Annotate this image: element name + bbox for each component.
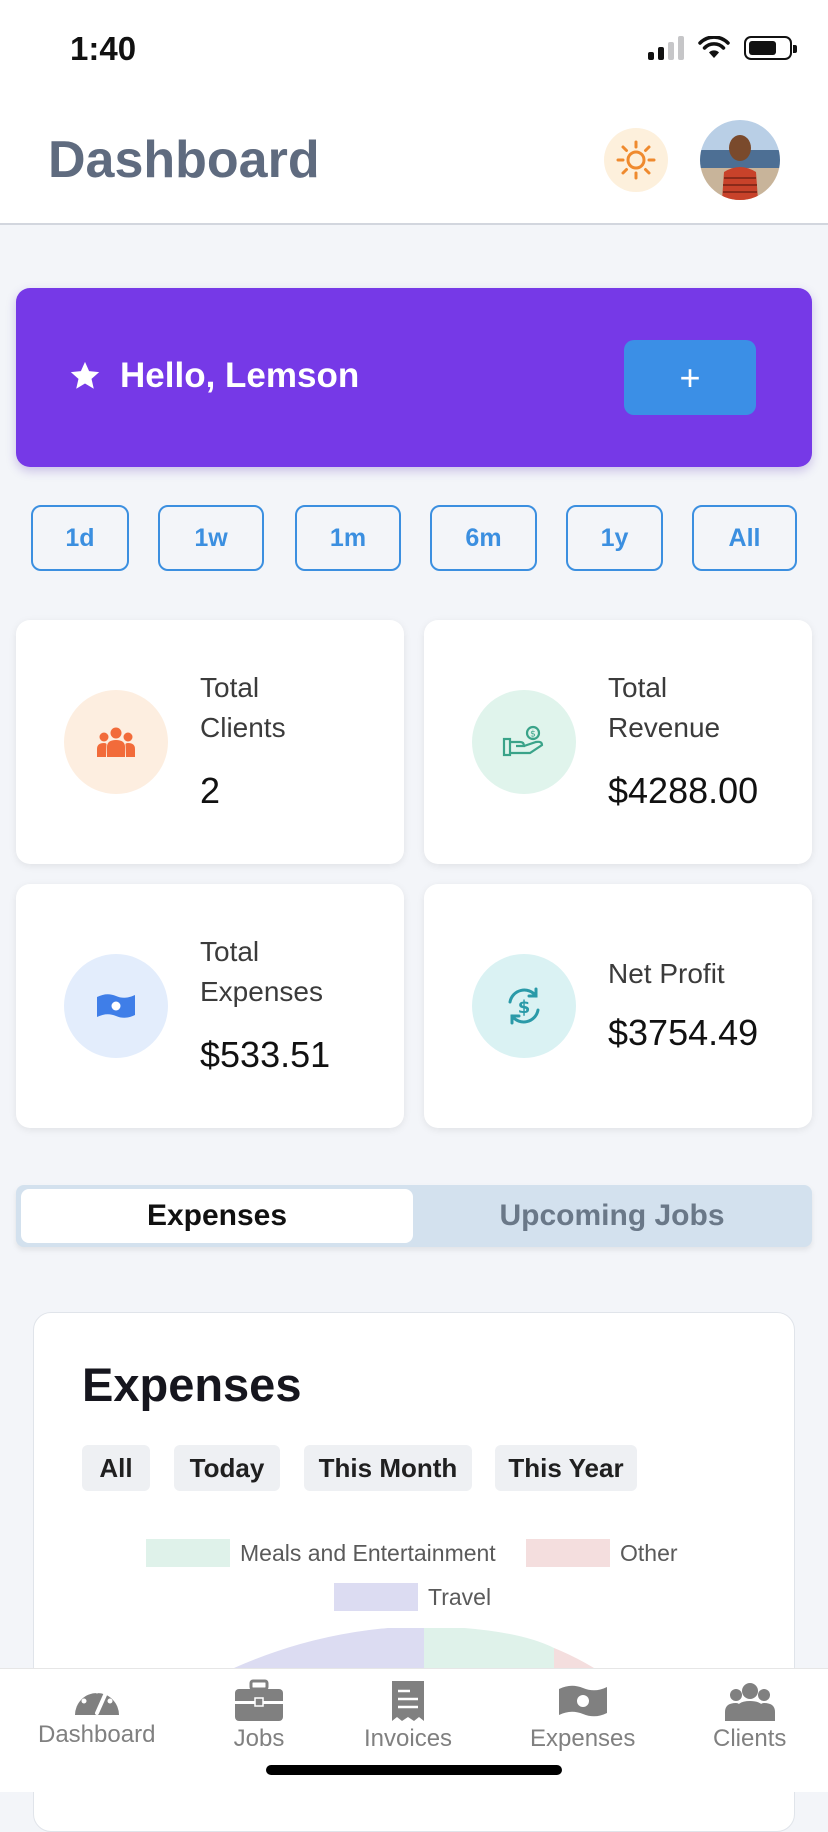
svg-text:$: $ [518, 997, 531, 1018]
app-header: Dashboard [0, 100, 828, 225]
total-clients-card[interactable]: Total Clients 2 [16, 620, 404, 864]
clients-icon [64, 690, 168, 794]
range-1w-button[interactable]: 1w [158, 505, 264, 571]
legend-label: Meals and Entertainment [240, 1539, 496, 1566]
tab-clients[interactable]: Clients [713, 1679, 786, 1753]
filter-this-year-button[interactable]: This Year [495, 1445, 637, 1491]
receipt-icon [392, 1681, 425, 1721]
legend-label: Other [620, 1539, 678, 1566]
range-6m-button[interactable]: 6m [430, 505, 537, 571]
cellular-signal-icon [648, 36, 684, 60]
tab-dashboard[interactable]: Dashboard [38, 1679, 155, 1749]
legend-swatch [334, 1583, 418, 1611]
range-1m-button[interactable]: 1m [295, 505, 401, 571]
money-bill-icon [64, 954, 168, 1058]
tab-invoices[interactable]: Invoices [364, 1679, 452, 1753]
stat-label: Net Profit [608, 958, 725, 989]
stat-label: Total [200, 672, 260, 703]
filter-all-button[interactable]: All [82, 1445, 150, 1491]
home-indicator [266, 1765, 562, 1775]
tab-upcoming-jobs[interactable]: Upcoming Jobs [416, 1189, 808, 1243]
range-1d-button[interactable]: 1d [31, 505, 129, 571]
range-all-button[interactable]: All [692, 505, 797, 571]
tab-label: Invoices [364, 1725, 453, 1752]
revenue-hand-money-icon: $ [472, 690, 576, 794]
expenses-title: Expenses [82, 1358, 302, 1411]
stat-value: 2 [200, 770, 221, 811]
range-1y-button[interactable]: 1y [566, 505, 663, 571]
tab-label: Dashboard [38, 1721, 156, 1748]
tab-expenses[interactable]: Expenses [21, 1189, 413, 1243]
tab-expenses[interactable]: Expenses [530, 1679, 635, 1753]
tab-label: Jobs [233, 1725, 285, 1752]
sun-icon [616, 140, 656, 180]
stat-label: Expenses [200, 976, 323, 1007]
wifi-icon [698, 36, 730, 58]
greeting-banner: Hello, Lemson + [16, 288, 812, 467]
status-icons [648, 36, 797, 60]
users-icon [724, 1683, 775, 1721]
greeting-text: Hello, Lemson [120, 356, 360, 395]
tab-label: Clients [713, 1725, 787, 1752]
money-bill-icon [558, 1685, 607, 1717]
refresh-dollar-icon: $ [472, 954, 576, 1058]
stat-label: Total [200, 936, 260, 967]
total-expenses-card[interactable]: Total Expenses $533.51 [16, 884, 404, 1128]
status-time: 1:40 [70, 30, 137, 67]
legend-item[interactable]: Other [526, 1539, 678, 1567]
tab-label: Expenses [530, 1725, 636, 1752]
legend-swatch [146, 1539, 230, 1567]
speedometer-icon [74, 1688, 119, 1715]
legend-swatch [526, 1539, 610, 1567]
stat-value: $533.51 [200, 1034, 331, 1075]
expenses-pie-chart [234, 1628, 594, 1668]
tab-jobs[interactable]: Jobs [233, 1679, 285, 1753]
total-revenue-card[interactable]: $ Total Revenue $4288.00 [424, 620, 812, 864]
filter-today-button[interactable]: Today [174, 1445, 280, 1491]
star-icon [70, 361, 100, 389]
briefcase-icon [235, 1679, 283, 1721]
avatar[interactable] [700, 120, 780, 200]
theme-toggle-button[interactable] [604, 128, 668, 192]
stat-value: $3754.49 [608, 1012, 759, 1053]
legend-label: Travel [428, 1583, 492, 1610]
stat-label: Clients [200, 712, 286, 743]
filter-this-month-button[interactable]: This Month [304, 1445, 472, 1491]
add-button[interactable]: + [624, 340, 756, 415]
status-bar: 1:40 [0, 0, 828, 100]
stat-value: $4288.00 [608, 770, 759, 811]
legend-item[interactable]: Meals and Entertainment [146, 1539, 496, 1567]
battery-icon [744, 36, 797, 60]
net-profit-card[interactable]: $ Net Profit $3754.49 [424, 884, 812, 1128]
segmented-control: Expenses Upcoming Jobs [16, 1185, 812, 1247]
legend-item[interactable]: Travel [334, 1583, 491, 1611]
stat-label: Total [608, 672, 668, 703]
svg-text:$: $ [530, 730, 536, 740]
stat-label: Revenue [608, 712, 721, 743]
page-title: Dashboard [48, 131, 320, 189]
